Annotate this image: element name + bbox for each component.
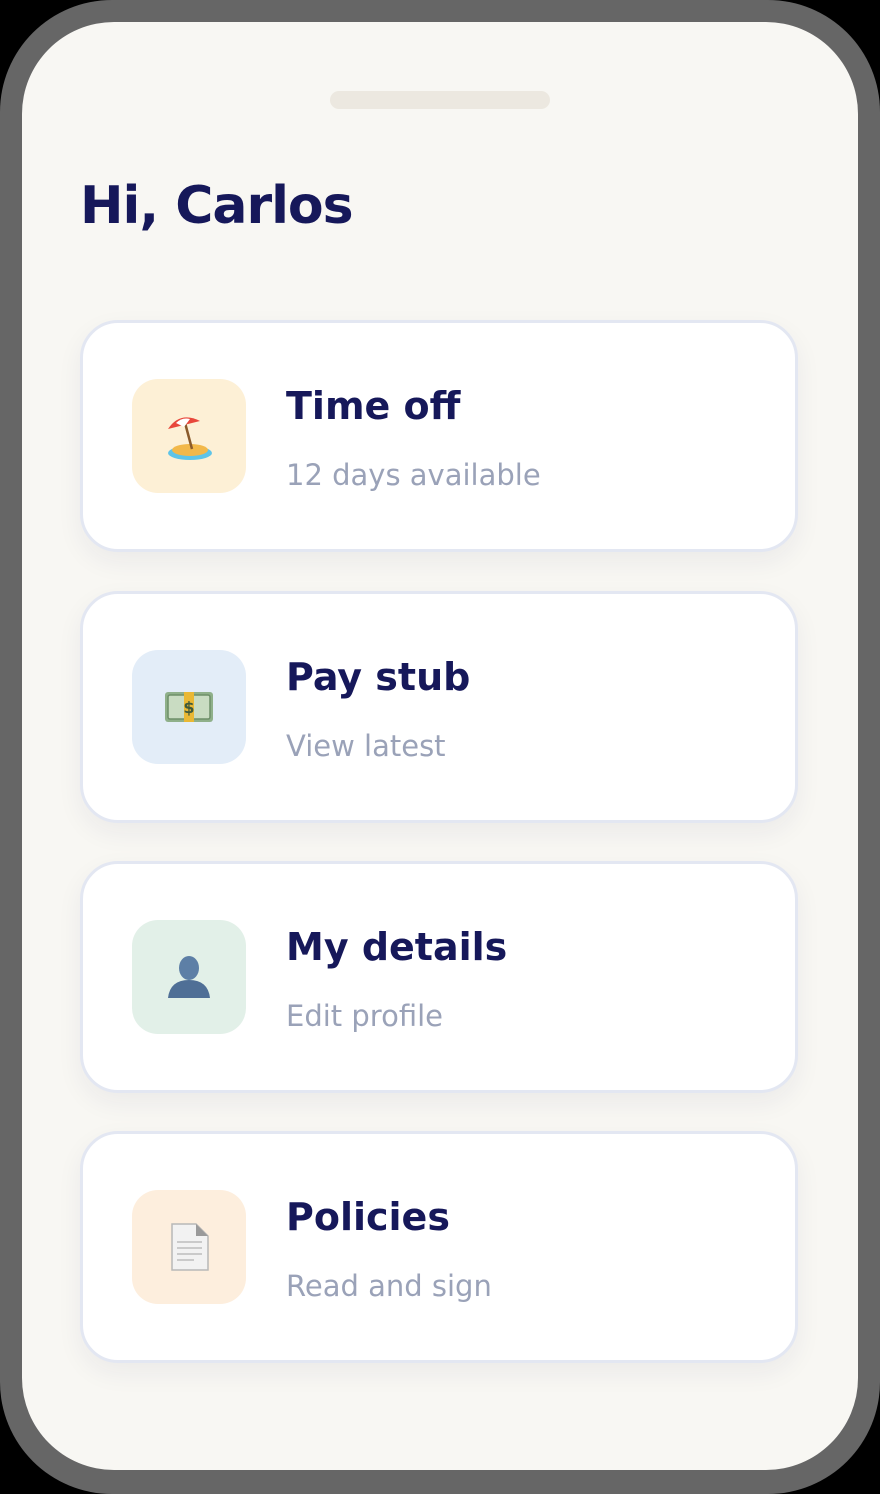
card-subtitle: View latest	[286, 729, 446, 763]
time-off-icon-tile	[132, 379, 246, 493]
policies-icon-tile	[132, 1190, 246, 1304]
card-policies[interactable]: Policies Read and sign	[80, 1131, 798, 1363]
card-title: My details	[286, 925, 508, 969]
card-my-details[interactable]: My details Edit profile	[80, 861, 798, 1093]
card-subtitle: Edit profile	[286, 999, 443, 1033]
card-title: Policies	[286, 1195, 450, 1239]
greeting-title: Hi, Carlos	[80, 176, 354, 236]
document-icon	[171, 1223, 209, 1271]
person-silhouette-icon	[168, 956, 210, 998]
dollar-banknote-icon: $	[165, 692, 213, 722]
card-title: Time off	[286, 384, 461, 428]
card-subtitle: 12 days available	[286, 458, 541, 492]
card-subtitle: Read and sign	[286, 1269, 492, 1303]
my-details-icon-tile	[132, 920, 246, 1034]
card-time-off[interactable]: Time off 12 days available	[80, 320, 798, 552]
card-pay-stub[interactable]: $ Pay stub View latest	[80, 591, 798, 823]
svg-text:$: $	[183, 698, 194, 717]
drag-handle[interactable]	[330, 91, 550, 109]
app-screen: Hi, Carlos Time off 12 days available $ …	[22, 22, 858, 1470]
beach-umbrella-icon	[168, 417, 212, 460]
device-frame: Hi, Carlos Time off 12 days available $ …	[0, 0, 880, 1494]
card-title: Pay stub	[286, 655, 471, 699]
pay-stub-icon-tile: $	[132, 650, 246, 764]
